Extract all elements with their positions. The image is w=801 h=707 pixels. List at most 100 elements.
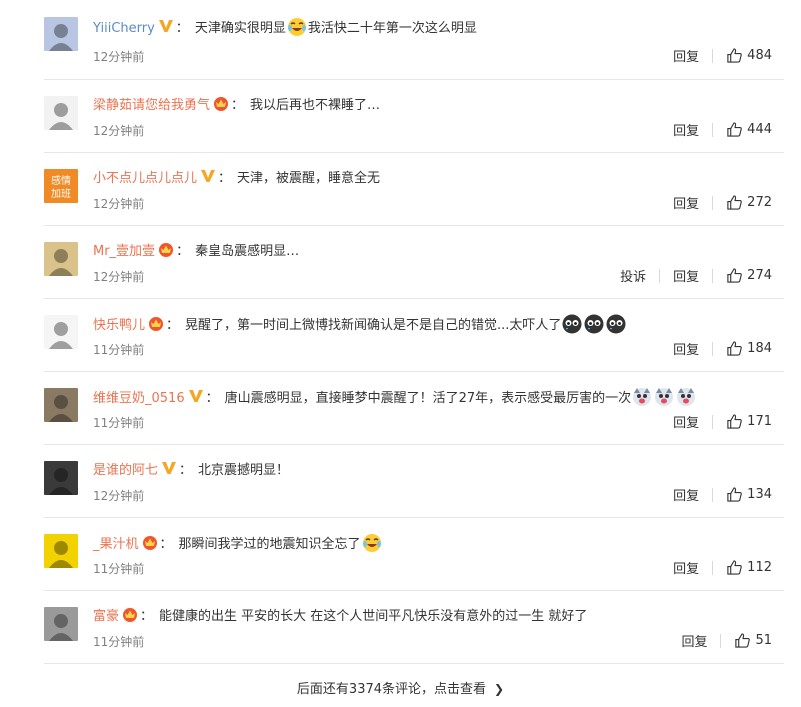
- verified-v-icon: [188, 388, 204, 404]
- husky-emoji-icon: [632, 387, 652, 407]
- comment-text: 天津，被震醒，睡意全无: [237, 171, 381, 186]
- divider: [712, 268, 714, 283]
- comment-text: 我以后再也不裸睡了…: [250, 98, 381, 113]
- avatar[interactable]: [44, 315, 78, 349]
- like-count: 272: [747, 195, 772, 210]
- comment-item: Mr_壹加壹 ： 秦皇岛震感明显… 12分钟前 投诉 回复 274: [44, 226, 784, 299]
- colon-separator: ：: [218, 171, 232, 186]
- username-link[interactable]: 是谁的阿七: [93, 463, 158, 478]
- username-link[interactable]: YiiiCherry: [93, 21, 155, 36]
- like-button[interactable]: 112: [726, 559, 772, 576]
- crown-member-icon: [148, 315, 164, 331]
- like-button[interactable]: 51: [734, 632, 772, 649]
- username-link[interactable]: 富豪: [93, 609, 119, 624]
- comment-timestamp: 12分钟前: [93, 50, 145, 64]
- thumbs-up-icon: [726, 340, 747, 357]
- username-link[interactable]: Mr_壹加壹: [93, 244, 155, 259]
- comment-line: 快乐鸭儿 ： 晃醒了，第一时间上微博找新闻确认是不是自己的错觉...太吓人了: [93, 314, 784, 337]
- like-count: 444: [747, 122, 772, 137]
- comment-line: 小不点儿点儿点儿 ： 天津，被震醒，睡意全无: [93, 168, 784, 190]
- username-link[interactable]: _果汁机: [93, 537, 139, 552]
- avatar[interactable]: [44, 96, 78, 130]
- comment-text: 那瞬间我学过的地震知识全忘了: [178, 537, 361, 552]
- verified-v-icon: [200, 168, 216, 184]
- chevron-right-icon: ❯: [494, 682, 505, 696]
- thumbs-up-icon: [726, 267, 747, 284]
- svg-text:感情: 感情: [51, 174, 71, 187]
- scared-emoji-icon: [584, 314, 604, 334]
- reply-button[interactable]: 回复: [673, 485, 699, 504]
- laugh-cry-emoji-icon: [362, 533, 382, 553]
- colon-separator: ：: [166, 318, 180, 333]
- avatar[interactable]: [44, 534, 78, 568]
- comment-list: YiiiCherry：天津确实很明显 我活快二十年第一次这么明显 12分钟前 回复 48…: [0, 0, 801, 664]
- username-link[interactable]: 梁静茹请您给我勇气: [93, 98, 210, 113]
- reply-button[interactable]: 回复: [673, 339, 699, 358]
- comment-item: 是谁的阿七 ： 北京震撼明显！ 12分钟前 回复 134: [44, 445, 784, 518]
- like-button[interactable]: 484: [726, 47, 772, 64]
- comment-line: _果汁机 ： 那瞬间我学过的地震知识全忘了: [93, 533, 784, 556]
- reply-button[interactable]: 回复: [673, 120, 699, 139]
- comment-actions: 回复 484: [673, 46, 772, 65]
- avatar[interactable]: 感情 加班: [44, 169, 78, 203]
- like-count: 184: [747, 341, 772, 356]
- reply-button[interactable]: 回复: [673, 412, 699, 431]
- colon-separator: ：: [159, 537, 173, 552]
- comment-line: Mr_壹加壹 ： 秦皇岛震感明显…: [93, 241, 784, 263]
- comment-timestamp: 12分钟前: [93, 270, 145, 284]
- like-count: 134: [747, 487, 772, 502]
- reply-button[interactable]: 回复: [673, 193, 699, 212]
- like-count: 51: [755, 633, 772, 648]
- comment-line: 梁静茹请您给我勇气 ： 我以后再也不裸睡了…: [93, 95, 784, 117]
- avatar[interactable]: [44, 17, 78, 51]
- comment-text: 北京震撼明显！: [198, 463, 290, 478]
- comment-line: YiiiCherry ： 天津确实很明显 我活快二十年第一次这么明显: [93, 17, 784, 40]
- avatar[interactable]: [44, 607, 78, 641]
- crown-member-icon: [213, 95, 229, 111]
- reply-button[interactable]: 回复: [673, 558, 699, 577]
- reply-button[interactable]: 回复: [681, 631, 707, 650]
- like-count: 274: [747, 268, 772, 283]
- like-button[interactable]: 272: [726, 194, 772, 211]
- like-button[interactable]: 171: [726, 413, 772, 430]
- comment-text: 唐山震感明显，直接睡梦中震醒了！活了27年，表示感受最厉害的一次: [224, 391, 632, 406]
- reply-button[interactable]: 回复: [673, 46, 699, 65]
- comment-actions: 回复 171: [673, 412, 772, 431]
- comment-item: 富豪 ： 能健康的出生 平安的长大 在这个人世间平凡快乐没有意外的过一生 就好了 11…: [44, 591, 784, 664]
- avatar[interactable]: [44, 461, 78, 495]
- avatar[interactable]: [44, 242, 78, 276]
- thumbs-up-icon: [734, 632, 755, 649]
- colon-separator: ：: [231, 98, 245, 113]
- report-button[interactable]: 投诉: [620, 266, 646, 285]
- username-link[interactable]: 维维豆奶_0516: [93, 391, 185, 406]
- comment-item: YiiiCherry ： 天津确实很明显 我活快二十年第一次这么明显 12分钟前 回复 48…: [44, 0, 784, 80]
- thumbs-up-icon: [726, 121, 747, 138]
- like-button[interactable]: 274: [726, 267, 772, 284]
- avatar[interactable]: [44, 388, 78, 422]
- reply-button[interactable]: 回复: [673, 266, 699, 285]
- username-link[interactable]: 快乐鸭儿: [93, 318, 145, 333]
- comment-item: 感情 加班 小不点儿点儿点儿 ： 天津，被震醒，睡意全无 12分钟前 回复 272: [44, 153, 784, 226]
- comment-timestamp: 12分钟前: [93, 489, 145, 503]
- scared-emoji-icon: [562, 314, 582, 334]
- husky-emoji-icon: [676, 387, 696, 407]
- comment-timestamp: 12分钟前: [93, 197, 145, 211]
- divider: [712, 122, 714, 137]
- view-more-comments-link[interactable]: 后面还有3374条评论，点击查看 ❯: [0, 672, 801, 707]
- husky-emoji-icon: [654, 387, 674, 407]
- scared-emoji-icon: [606, 314, 626, 334]
- like-count: 484: [747, 48, 772, 63]
- comment-actions: 回复 51: [681, 631, 772, 650]
- like-button[interactable]: 184: [726, 340, 772, 357]
- username-link[interactable]: 小不点儿点儿点儿: [93, 171, 197, 186]
- thumbs-up-icon: [726, 47, 747, 64]
- crown-member-icon: [122, 606, 138, 622]
- comment-timestamp: 11分钟前: [93, 416, 145, 430]
- comment-text: 晃醒了，第一时间上微博找新闻确认是不是自己的错觉...太吓人了: [185, 318, 562, 333]
- colon-separator: ：: [179, 463, 193, 478]
- divider: [712, 341, 714, 356]
- like-button[interactable]: 134: [726, 486, 772, 503]
- divider: [712, 414, 714, 429]
- divider: [712, 195, 714, 210]
- like-button[interactable]: 444: [726, 121, 772, 138]
